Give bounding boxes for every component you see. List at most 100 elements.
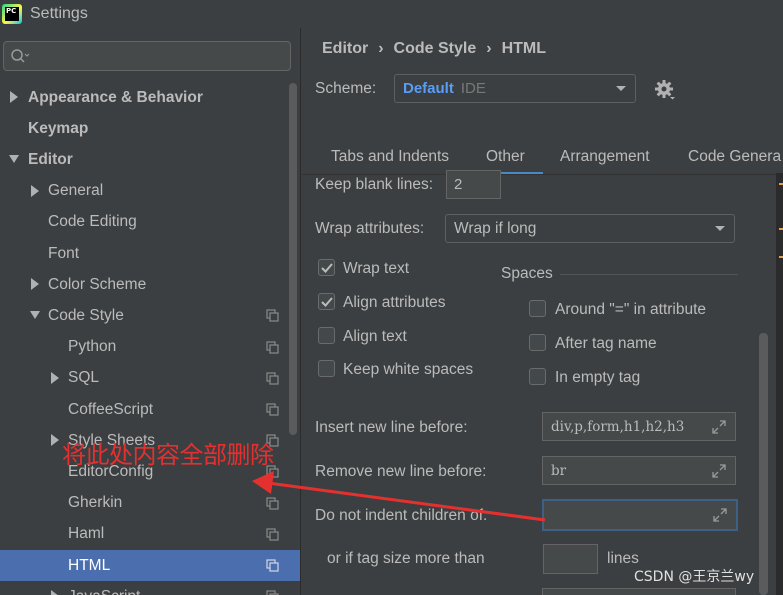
insert-new-line-value: div,p,form,h1,h2,h3 xyxy=(551,418,685,435)
editor-preview-edge xyxy=(776,173,783,595)
tree-item-label: JavaScript xyxy=(68,588,140,595)
content-scrollbar[interactable] xyxy=(759,333,768,595)
tree-item-sql[interactable]: SQL xyxy=(0,363,300,394)
scheme-dropdown[interactable]: Default IDE xyxy=(394,74,636,103)
copy-settings-icon xyxy=(266,528,279,541)
tree-item-code-style[interactable]: Code Style xyxy=(0,300,300,331)
align-attributes-checkbox[interactable] xyxy=(318,293,335,310)
window-title: Settings xyxy=(30,5,88,22)
tree-item-gherkin[interactable]: Gherkin xyxy=(0,488,300,519)
tree-item-haml[interactable]: Haml xyxy=(0,519,300,550)
insert-new-line-label: Insert new line before: xyxy=(315,419,468,436)
in-empty-tag-label: In empty tag xyxy=(555,369,641,386)
chevron-right-icon[interactable] xyxy=(50,371,60,384)
settings-sidebar: Appearance & Behavior Keymap Editor General… xyxy=(0,28,301,595)
tree-item-python[interactable]: Python xyxy=(0,332,300,363)
chevron-right-icon[interactable] xyxy=(9,91,19,103)
tab-arrangement[interactable]: Arrangement xyxy=(560,148,650,166)
scheme-name: Default xyxy=(403,80,454,97)
do-not-indent-label: Do not indent children of: xyxy=(315,507,488,524)
breadcrumb: Editor › Code Style › HTML xyxy=(322,40,546,58)
copy-settings-icon xyxy=(266,590,279,595)
do-not-indent-field[interactable] xyxy=(542,499,738,531)
settings-content: Editor › Code Style › HTML Scheme: Defau… xyxy=(302,28,783,595)
chevron-right-icon[interactable] xyxy=(30,184,40,197)
spaces-group-divider xyxy=(560,274,738,275)
tab-code-generation[interactable]: Code Genera xyxy=(688,148,781,166)
search-icon xyxy=(11,49,30,63)
tag-size-input[interactable] xyxy=(543,544,598,574)
tree-item-label: HTML xyxy=(68,556,111,574)
tree-item-color-scheme[interactable]: Color Scheme xyxy=(0,269,300,300)
chevron-right-icon[interactable] xyxy=(30,278,40,291)
tree-item-general[interactable]: General xyxy=(0,176,300,207)
expand-icon[interactable] xyxy=(712,507,728,523)
next-field[interactable] xyxy=(542,588,736,595)
search-input[interactable] xyxy=(3,41,291,71)
insert-new-line-field[interactable]: div,p,form,h1,h2,h3 xyxy=(542,412,736,441)
tab-divider xyxy=(302,174,783,175)
tree-item-editor[interactable]: Editor xyxy=(0,144,300,175)
tree-item-label: Python xyxy=(68,338,117,356)
wrap-attributes-label: Wrap attributes: xyxy=(315,220,425,237)
around-equals-label: Around "=" in attribute xyxy=(555,301,707,318)
remove-new-line-value: br xyxy=(551,462,567,479)
tree-item-label: General xyxy=(48,182,104,200)
remove-new-line-field[interactable]: br xyxy=(542,456,736,485)
tree-item-html[interactable]: HTML xyxy=(0,550,300,581)
chevron-right-icon[interactable] xyxy=(50,434,60,447)
after-tag-name-checkbox[interactable] xyxy=(529,334,546,351)
tree-item-label: CoffeeScript xyxy=(68,400,154,418)
wrap-attributes-dropdown[interactable]: Wrap if long xyxy=(445,214,735,243)
annotation-text: 将此处内容全部删除 xyxy=(62,441,274,469)
expand-icon[interactable] xyxy=(711,463,727,479)
tree-item-coffeescript[interactable]: CoffeeScript xyxy=(0,394,300,425)
tree-item-label: SQL xyxy=(68,369,100,387)
chevron-down-icon[interactable] xyxy=(9,153,19,165)
spaces-group-title: Spaces xyxy=(501,265,553,282)
scheme-kind: IDE xyxy=(460,80,486,97)
tree-item-label: Haml xyxy=(68,525,105,543)
tree-item-label: Editor xyxy=(28,150,73,168)
scheme-label: Scheme: xyxy=(315,80,377,97)
tree-item-label: Font xyxy=(48,244,80,262)
align-attributes-label: Align attributes xyxy=(343,294,446,311)
tree-item-appearance-behavior[interactable]: Appearance & Behavior xyxy=(0,82,300,113)
sidebar-scrollbar[interactable] xyxy=(289,83,297,435)
expand-icon[interactable] xyxy=(711,419,727,435)
tree-item-label: Code Style xyxy=(48,306,124,324)
keep-white-spaces-label: Keep white spaces xyxy=(343,361,474,378)
breadcrumb-item: Editor xyxy=(322,40,369,57)
keep-blank-lines-label: Keep blank lines: xyxy=(315,176,434,193)
wrap-text-label: Wrap text xyxy=(343,260,410,277)
tree-item-code-editing[interactable]: Code Editing xyxy=(0,207,300,238)
keep-white-spaces-checkbox[interactable] xyxy=(318,360,335,377)
gear-icon[interactable] xyxy=(654,79,676,101)
tree-item-keymap[interactable]: Keymap xyxy=(0,113,300,144)
preview-marker xyxy=(779,256,783,258)
chevron-down-icon[interactable] xyxy=(30,309,40,321)
wrap-text-checkbox[interactable] xyxy=(318,259,335,276)
tree-item-font[interactable]: Font xyxy=(0,238,300,269)
copy-settings-icon xyxy=(266,309,279,322)
breadcrumb-item: Code Style xyxy=(393,40,477,57)
align-text-checkbox[interactable] xyxy=(318,327,335,344)
around-equals-checkbox[interactable] xyxy=(529,300,546,317)
tree-item-label: Keymap xyxy=(28,119,89,137)
preview-marker xyxy=(779,228,783,230)
copy-settings-icon xyxy=(266,372,279,385)
breadcrumb-separator: › xyxy=(486,40,492,57)
wrap-attributes-value: Wrap if long xyxy=(454,219,537,237)
after-tag-name-label: After tag name xyxy=(555,335,657,352)
in-empty-tag-checkbox[interactable] xyxy=(529,368,546,385)
copy-settings-icon xyxy=(266,559,279,572)
tree-item-javascript[interactable]: JavaScript xyxy=(0,581,300,595)
keep-blank-lines-input[interactable]: 2 xyxy=(446,170,501,199)
tab-tabs-and-indents[interactable]: Tabs and Indents xyxy=(331,148,449,166)
tab-other[interactable]: Other xyxy=(486,148,525,166)
chevron-down-icon xyxy=(715,226,725,231)
chevron-right-icon[interactable] xyxy=(50,590,60,595)
tree-item-label: Color Scheme xyxy=(48,275,147,293)
copy-settings-icon xyxy=(266,403,279,416)
copy-settings-icon xyxy=(266,496,279,510)
